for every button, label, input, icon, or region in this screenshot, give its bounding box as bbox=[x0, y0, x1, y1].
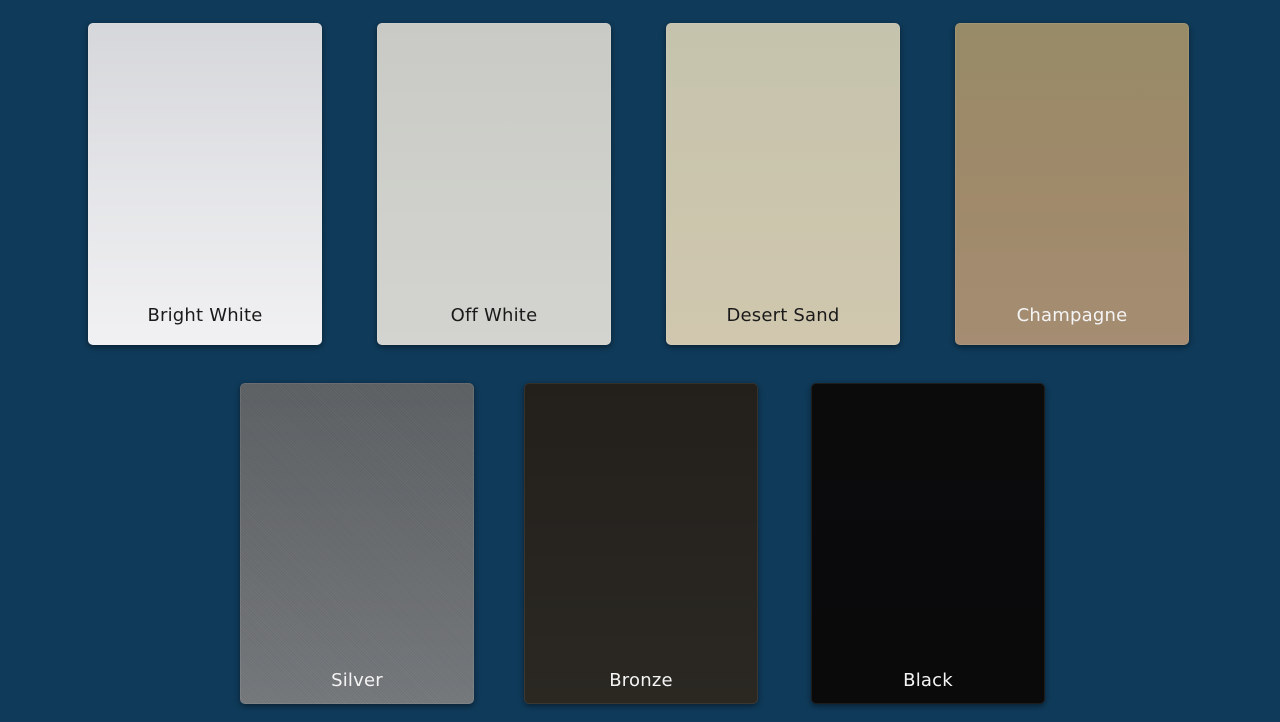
swatch-label: Bright White bbox=[147, 305, 263, 326]
swatch-bright-white[interactable]: Bright White bbox=[88, 23, 322, 345]
swatch-label: Bronze bbox=[609, 670, 673, 691]
swatch-desert-sand[interactable]: Desert Sand bbox=[666, 23, 900, 345]
swatch-label: Silver bbox=[331, 670, 383, 691]
swatch-black[interactable]: Black bbox=[811, 383, 1045, 704]
swatch-champagne[interactable]: Champagne bbox=[955, 23, 1189, 345]
swatch-bronze[interactable]: Bronze bbox=[524, 383, 758, 704]
swatch-label: Desert Sand bbox=[726, 305, 840, 326]
swatch-silver[interactable]: Silver bbox=[240, 383, 474, 704]
swatch-label: Black bbox=[903, 670, 953, 691]
swatch-off-white[interactable]: Off White bbox=[377, 23, 611, 345]
swatch-label: Champagne bbox=[1016, 305, 1128, 326]
swatch-label: Off White bbox=[450, 305, 538, 326]
